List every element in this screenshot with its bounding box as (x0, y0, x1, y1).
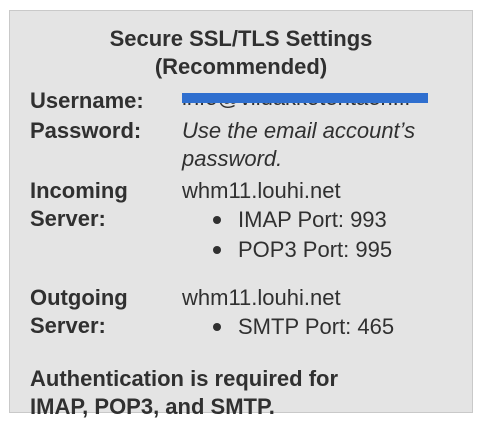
incoming-label-line-2: Server: (30, 206, 106, 231)
incoming-server: whm11.louhi.net (182, 178, 341, 203)
username-label: Username: (30, 88, 144, 113)
password-value-line-2: password. (182, 146, 283, 171)
bullet-icon (213, 322, 221, 331)
auth-note-line-1: Authentication is required for (30, 366, 339, 391)
title-line-2: (Recommended) (154, 54, 328, 79)
password-label: Password: (30, 118, 142, 143)
port-text: IMAP Port: 993 (238, 207, 387, 232)
redaction-bar (182, 93, 428, 103)
outgoing-label-line-1: Outgoing (30, 285, 128, 310)
username-value: info@viidakkotehtaeri.fi (182, 93, 428, 117)
panel-title: Secure SSL/TLS Settings (Recommended) (10, 25, 472, 81)
outgoing-server: whm11.louhi.net (182, 285, 341, 310)
port-text: POP3 Port: 995 (238, 237, 393, 262)
port-text: SMTP Port: 465 (238, 314, 395, 339)
incoming-label-line-1: Incoming (30, 178, 128, 203)
bullet-icon (213, 245, 221, 254)
outgoing-label-line-2: Server: (30, 313, 106, 338)
bullet-icon (213, 215, 221, 224)
auth-note-line-2: IMAP, POP3, and SMTP. (30, 394, 275, 419)
title-line-1: Secure SSL/TLS Settings (109, 26, 373, 51)
list-item: POP3 Port: 995 (213, 236, 392, 264)
list-item: IMAP Port: 993 (213, 206, 387, 234)
list-item: SMTP Port: 465 (213, 313, 394, 341)
password-value-line-1: Use the email account’s (182, 118, 416, 143)
auth-note: Authentication is required for IMAP, POP… (30, 365, 338, 421)
ssl-settings-panel: Secure SSL/TLS Settings (Recommended) Us… (9, 10, 473, 419)
